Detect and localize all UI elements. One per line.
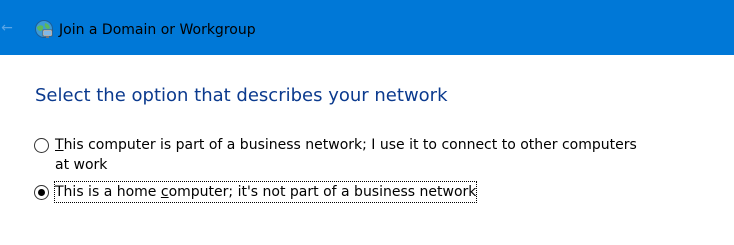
mnemonic-c: c <box>160 184 169 200</box>
business-network-radio[interactable] <box>34 138 49 153</box>
back-button[interactable]: ← <box>0 19 14 37</box>
home-computer-radio[interactable] <box>34 185 49 200</box>
network-computers-icon <box>34 19 54 39</box>
title-bar: ← Join a Domain or Workgroup <box>0 0 734 55</box>
page-heading: Select the option that describes your ne… <box>35 85 448 106</box>
business-network-label-text: his computer is part of a business netwo… <box>55 137 637 173</box>
arrow-left-icon: ← <box>1 20 13 36</box>
home-computer-label-after: omputer; it's not part of a business net… <box>168 184 477 200</box>
wizard-window: ← Join a Domain or Workgroup Select the … <box>0 0 734 245</box>
business-network-label[interactable]: This computer is part of a business netw… <box>55 135 645 175</box>
window-title: Join a Domain or Workgroup <box>59 22 256 38</box>
home-computer-label-before: This is a home <box>55 184 161 200</box>
home-computer-label[interactable]: This is a home computer; it's not part o… <box>53 181 478 203</box>
mnemonic-t: T <box>55 137 64 153</box>
